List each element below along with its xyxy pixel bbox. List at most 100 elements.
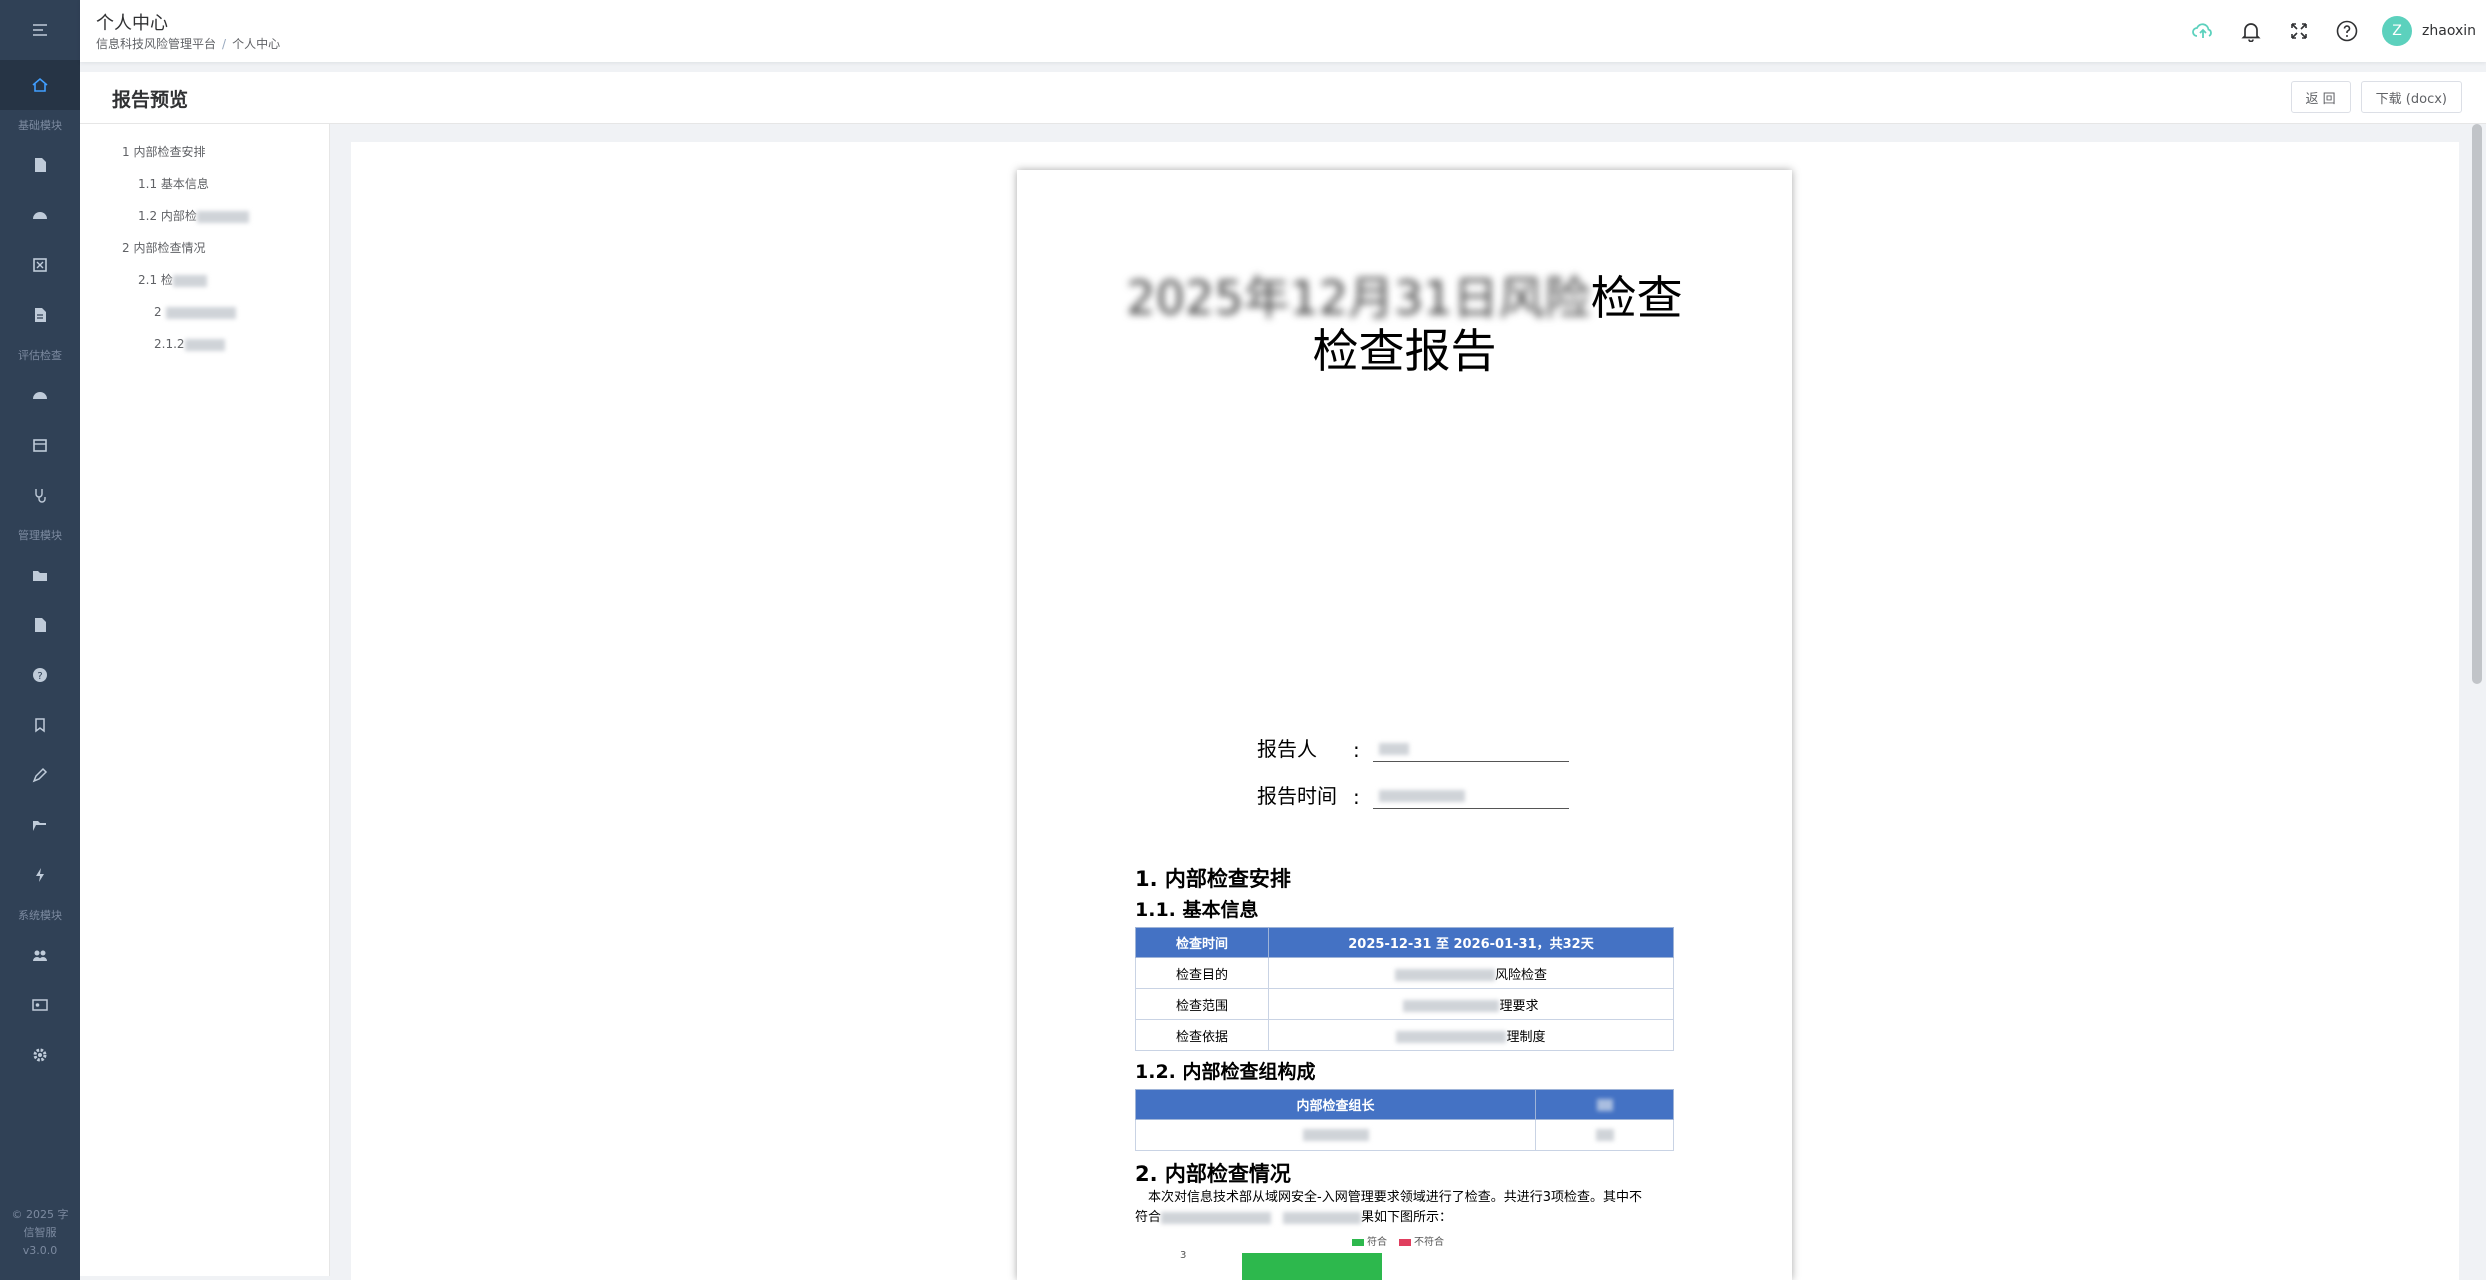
sidebar-item-idcard[interactable]: [0, 980, 80, 1030]
sidebar: 基础模块 评估检查 管理模块 ? 系统模块 © 2025 字 信智服 v3.0.…: [0, 0, 80, 1280]
section-heading: 1.2. 内部检查组构成: [1135, 1061, 1316, 1083]
copyright-text: © 2025 字: [11, 1208, 69, 1221]
sidebar-item-calendar[interactable]: [0, 420, 80, 470]
sidebar-item-edit[interactable]: [0, 750, 80, 800]
sidebar-item-users[interactable]: [0, 930, 80, 980]
avatar[interactable]: Z: [2382, 16, 2413, 46]
sidebar-item-inspection[interactable]: [0, 470, 80, 520]
document-title-line1: 检查: [1590, 271, 1683, 325]
toc-item-label: 2 内部检查情况: [122, 241, 206, 255]
scan-icon: [33, 258, 47, 272]
redacted-title-text: 2025年12月31日风险: [1126, 271, 1591, 325]
gauge-icon: [33, 212, 47, 219]
redacted-text: [1161, 1211, 1272, 1224]
reporter-field: 报告人 :: [1257, 733, 1569, 762]
download-docx-button[interactable]: 下载 (docx): [2360, 81, 2462, 113]
toc-item[interactable]: 1.1 基本信息: [80, 168, 329, 200]
table-row: 检查范围 理要求: [1135, 988, 1674, 1020]
bolt-icon: [36, 868, 44, 882]
username-label[interactable]: zhaoxin: [2422, 23, 2476, 39]
paragraph-line: 本次对信息技术部从域网安全-入网管理要求领域进行了检查。共进行3项检查。其中不: [1148, 1190, 1642, 1205]
id-card-icon: [32, 999, 48, 1011]
section-heading: 1.1. 基本信息: [1135, 899, 1259, 921]
legend-swatch: [1399, 1238, 1411, 1246]
toc-item[interactable]: 2.1 检: [80, 264, 329, 296]
legend-label: 符合: [1367, 1237, 1387, 1248]
toc-item[interactable]: 1 内部检查安排: [80, 136, 329, 168]
legend-label: 不符合: [1414, 1237, 1444, 1248]
home-icon: [32, 77, 48, 92]
back-button[interactable]: 返 回: [2290, 81, 2351, 113]
table-cell: 风险检查: [1268, 957, 1674, 989]
toc-item[interactable]: 2 内部检查情况: [80, 232, 329, 264]
toc-item-label: 1.1 基本信息: [138, 177, 209, 191]
table-cell: 检查依据: [1135, 1019, 1269, 1051]
section-heading: 1. 内部检查安排: [1135, 867, 1291, 891]
sidebar-item-settings[interactable]: [0, 1030, 80, 1080]
redacted-text: [1396, 1031, 1507, 1043]
paragraph-text: 果如下图所示：: [1361, 1210, 1453, 1225]
team-table: 内部检查组长: [1135, 1089, 1674, 1151]
help-icon[interactable]: [2334, 18, 2360, 44]
sidebar-item-flash[interactable]: [0, 850, 80, 900]
sidebar-item-home[interactable]: [0, 60, 80, 110]
paragraph-text: 符合: [1135, 1210, 1162, 1225]
toc-item[interactable]: 2: [80, 296, 329, 328]
sidebar-item-folder[interactable]: [0, 550, 80, 600]
breadcrumb-item[interactable]: 信息科技风险管理平台: [96, 37, 216, 51]
chart-bar: [1242, 1253, 1382, 1280]
legend-swatch: [1352, 1238, 1364, 1246]
fullscreen-icon[interactable]: [2286, 18, 2312, 44]
gear-icon: [33, 1048, 47, 1062]
sidebar-group-label: 评估检查: [18, 349, 62, 362]
chart-y-tick: 3: [1180, 1250, 1187, 1261]
menu-toggle-icon[interactable]: [0, 0, 80, 60]
calendar-icon: [33, 439, 47, 452]
table-cell: [1535, 1119, 1674, 1151]
document-page: 2025年12月31日风险检查 检查报告 报告人 : 报告时间 : 1. 内部检…: [1017, 170, 1792, 1280]
sidebar-group-label: 基础模块: [18, 119, 62, 132]
table-of-contents: 1 内部检查安排 1.1 基本信息 1.2 内部检 2 内部检查情况 2.1 检…: [80, 124, 330, 1276]
table-cell-text: 风险检查: [1494, 967, 1547, 983]
table-cell: 检查目的: [1135, 957, 1269, 989]
redacted-text: [1302, 1129, 1369, 1141]
sidebar-item-help[interactable]: ?: [0, 650, 80, 700]
toc-item-label: 1 内部检查安排: [122, 145, 206, 159]
toc-item-label: 2.1.2: [154, 337, 185, 351]
scrollbar[interactable]: [2472, 124, 2482, 684]
paragraph: 本次对信息技术部从域网安全-入网管理要求领域进行了检查。共进行3项检查。其中不 …: [1135, 1188, 1680, 1228]
table-header: 2025-12-31 至 2026-01-31，共32天: [1268, 927, 1674, 958]
page-title: 个人中心: [96, 13, 168, 34]
file-text-icon: [35, 618, 46, 632]
bell-icon[interactable]: [2238, 18, 2264, 44]
redacted-text: [196, 210, 249, 223]
redacted-text: [1379, 742, 1409, 755]
redacted-text: [1283, 1211, 1362, 1224]
document-title-line2: 检查报告: [1312, 324, 1497, 378]
folder-open-icon: [33, 821, 46, 831]
stethoscope-icon: [35, 489, 46, 503]
redacted-text: [165, 306, 236, 319]
report-preview-header: 报告预览 返 回 下载 (docx): [80, 72, 2486, 124]
cloud-upload-icon[interactable]: [2190, 18, 2216, 44]
breadcrumb-item: 个人中心: [232, 37, 281, 51]
toc-item[interactable]: 2.1.2: [80, 328, 329, 360]
sidebar-item-assessment[interactable]: [0, 370, 80, 420]
toc-item[interactable]: 1.2 内部检: [80, 200, 329, 232]
toc-item-label: 2.1 检: [138, 273, 173, 287]
sidebar-item-document[interactable]: [0, 140, 80, 190]
report-time-label: 报告时间: [1257, 784, 1337, 808]
company-text: 信智服: [23, 1226, 57, 1239]
sidebar-item-policy[interactable]: [0, 600, 80, 650]
toc-item-label: 1.2 内部检: [138, 209, 197, 223]
breadcrumb: 信息科技风险管理平台 / 个人中心: [96, 35, 280, 52]
sidebar-item-dashboard[interactable]: [0, 190, 80, 240]
paragraph-line: 符合 果如下图所示：: [1135, 1208, 1680, 1228]
sidebar-item-bookmark[interactable]: [0, 700, 80, 750]
sidebar-item-open-folder[interactable]: [0, 800, 80, 850]
sidebar-group-label: 系统模块: [18, 909, 62, 922]
sidebar-item-scan[interactable]: [0, 240, 80, 290]
sidebar-item-report[interactable]: [0, 290, 80, 340]
basic-info-table: 检查时间 2025-12-31 至 2026-01-31，共32天 检查目的 风…: [1135, 927, 1674, 1051]
table-cell-text: 理要求: [1499, 998, 1539, 1014]
